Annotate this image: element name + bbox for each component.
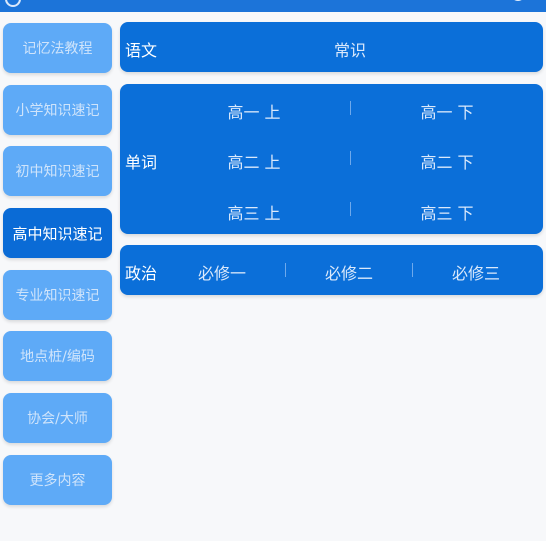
sidebar-item-label: 地点桩/编码	[20, 349, 95, 365]
item-compulsory-1[interactable]: 必修一	[198, 260, 246, 284]
sidebar-item-label: 专业知识速记	[15, 288, 100, 304]
sidebar-item-association[interactable]: 协会/大师	[3, 393, 112, 443]
item-grade11-second[interactable]: 高二 下	[420, 149, 473, 173]
card-chinese: 语文 常识	[120, 22, 543, 72]
profile-icon[interactable]	[5, 0, 21, 7]
sidebar-item-primary-school[interactable]: 小学知识速记	[3, 85, 112, 135]
divider	[350, 202, 351, 216]
sidebar-item-more[interactable]: 更多内容	[3, 455, 112, 505]
sidebar-item-label: 协会/大师	[27, 411, 88, 427]
top-app-bar	[0, 0, 546, 12]
divider	[412, 263, 413, 277]
divider	[285, 263, 286, 277]
sidebar-item-label: 初中知识速记	[15, 164, 100, 180]
divider	[350, 151, 351, 165]
sidebar-item-middle-school[interactable]: 初中知识速记	[3, 146, 112, 196]
card-words: 单词 高一 上 高一 下 高二 上 高二 下 高三 上 高三 下	[120, 84, 543, 234]
item-general-knowledge[interactable]: 常识	[334, 37, 366, 61]
card-label-politics: 政治	[125, 264, 158, 283]
sidebar-item-memory-tutorial[interactable]: 记忆法教程	[3, 23, 112, 73]
sidebar-item-memory-palace[interactable]: 地点桩/编码	[3, 331, 112, 381]
item-compulsory-3[interactable]: 必修三	[452, 260, 500, 284]
sidebar-item-label: 小学知识速记	[15, 103, 100, 119]
sidebar-item-label: 更多内容	[29, 473, 86, 489]
sidebar-item-label: 记忆法教程	[22, 41, 93, 57]
divider	[350, 101, 351, 115]
card-label-words: 单词	[125, 153, 158, 172]
item-grade12-first[interactable]: 高三 上	[227, 200, 280, 224]
item-grade11-first[interactable]: 高二 上	[227, 149, 280, 173]
card-label-chinese: 语文	[125, 41, 158, 60]
item-grade12-second[interactable]: 高三 下	[420, 200, 473, 224]
sidebar-item-label: 高中知识速记	[12, 224, 103, 243]
message-icon[interactable]	[506, 0, 530, 10]
card-politics: 政治 必修一 必修二 必修三	[120, 245, 543, 295]
sidebar-item-high-school[interactable]: 高中知识速记	[3, 208, 112, 258]
sidebar-item-professional[interactable]: 专业知识速记	[3, 270, 112, 320]
item-grade10-second[interactable]: 高一 下	[420, 99, 473, 123]
item-grade10-first[interactable]: 高一 上	[227, 99, 280, 123]
item-compulsory-2[interactable]: 必修二	[325, 260, 373, 284]
